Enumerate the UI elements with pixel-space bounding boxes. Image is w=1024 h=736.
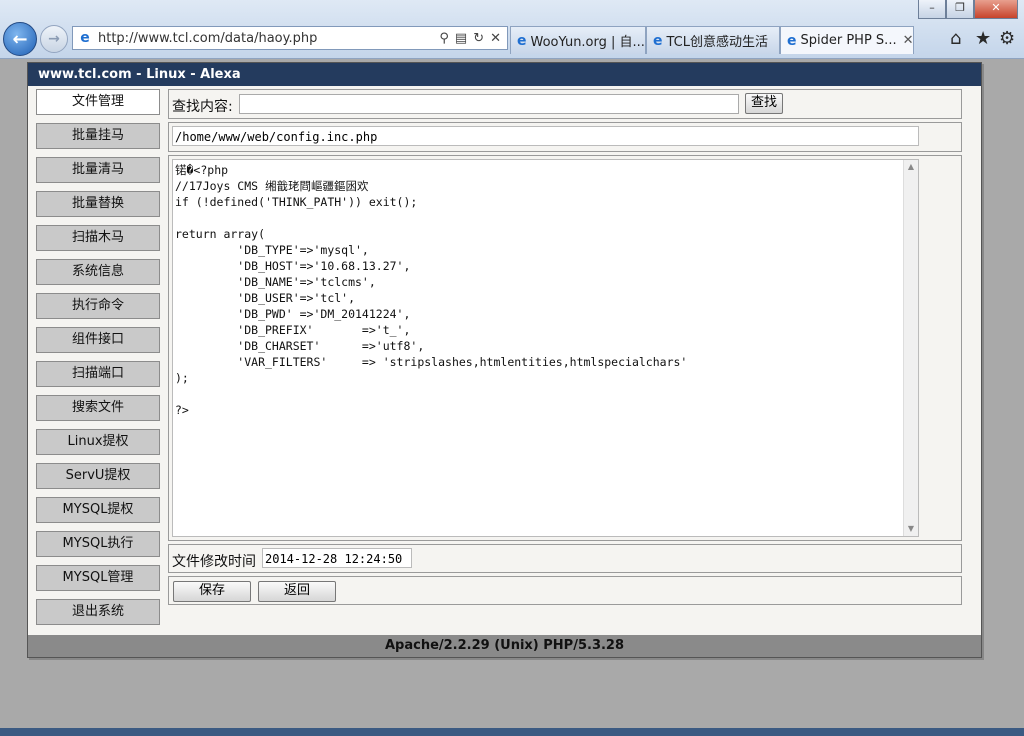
sidebar-item-scan-trojan[interactable]: 扫描木马 xyxy=(36,225,160,251)
modified-time-label: 文件修改时间 xyxy=(172,554,256,570)
save-button[interactable]: 保存 xyxy=(173,581,251,602)
file-content-textarea[interactable]: 锘�<?php //17Joys CMS 缃戠珯閰嶇疆鏂囦欢 if (!defi… xyxy=(172,159,919,537)
tab-tcl[interactable]: e TCL创意感动生活 xyxy=(646,26,780,54)
address-bar[interactable]: e http://www.tcl.com/data/haoy.php ⚲ ▤ ↻… xyxy=(72,26,508,50)
minimize-button[interactable]: – xyxy=(918,0,946,19)
search-button[interactable]: 查找 xyxy=(745,93,783,114)
address-tools: ⚲ ▤ ↻ ✕ xyxy=(439,31,501,46)
search-label: 查找内容: xyxy=(172,99,233,115)
taskbar xyxy=(0,728,1024,736)
sidebar-item-search-files[interactable]: 搜索文件 xyxy=(36,395,160,421)
close-window-button[interactable]: ✕ xyxy=(974,0,1018,19)
file-path-bar: /home/www/web/config.inc.php xyxy=(168,122,962,152)
sidebar-item-mysql-privesc[interactable]: MYSQL提权 xyxy=(36,497,160,523)
file-path-field[interactable]: /home/www/web/config.inc.php xyxy=(172,126,919,146)
tab-label: WooYun.org | 自... xyxy=(530,35,645,50)
search-icon[interactable]: ⚲ xyxy=(439,31,449,46)
server-footer: Apache/2.2.29 (Unix) PHP/5.3.28 xyxy=(28,635,981,657)
close-tab-icon[interactable]: ✕ xyxy=(903,33,913,48)
sidebar-item-scan-ports[interactable]: 扫描端口 xyxy=(36,361,160,387)
modified-time-bar: 文件修改时间 2014-12-28 12:24:50 xyxy=(168,544,962,573)
sidebar-item-servu-privesc[interactable]: ServU提权 xyxy=(36,463,160,489)
sidebar: 文件管理 批量挂马 批量清马 批量替换 扫描木马 系统信息 执行命令 组件接口 … xyxy=(36,89,160,633)
modified-time-field[interactable]: 2014-12-28 12:24:50 xyxy=(262,548,412,568)
file-content[interactable]: 锘�<?php //17Joys CMS 缃戠珯閰嶇疆鏂囦欢 if (!defi… xyxy=(173,160,918,418)
ie-logo-icon: e xyxy=(80,30,90,46)
back-arrow-icon[interactable]: ← xyxy=(3,22,37,56)
vertical-scrollbar[interactable]: ▲ ▼ xyxy=(903,160,918,536)
sidebar-item-system-info[interactable]: 系统信息 xyxy=(36,259,160,285)
favorites-star-icon[interactable]: ★ xyxy=(975,28,991,49)
browser-chrome: – ❐ ✕ ← → e http://www.tcl.com/data/haoy… xyxy=(0,0,1024,59)
address-url[interactable]: http://www.tcl.com/data/haoy.php xyxy=(98,31,439,46)
sidebar-item-file-manager[interactable]: 文件管理 xyxy=(36,89,160,115)
sidebar-item-batch-replace[interactable]: 批量替换 xyxy=(36,191,160,217)
tab-wooyun[interactable]: e WooYun.org | 自... xyxy=(510,26,646,54)
search-input[interactable] xyxy=(239,94,739,114)
forward-arrow-icon[interactable]: → xyxy=(40,25,68,53)
tab-label: TCL创意感动生活 xyxy=(666,35,769,50)
tab-label: Spider PHP S... xyxy=(800,33,897,48)
gear-icon[interactable]: ⚙ xyxy=(999,28,1015,49)
window-controls: – ❐ ✕ xyxy=(918,0,1018,19)
sidebar-item-batch-clean[interactable]: 批量清马 xyxy=(36,157,160,183)
ie-logo-icon: e xyxy=(653,32,663,49)
compat-view-icon[interactable]: ▤ xyxy=(455,31,467,46)
webshell-panel: www.tcl.com - Linux - Alexa 文件管理 批量挂马 批量… xyxy=(27,62,982,658)
editor-panel: 锘�<?php //17Joys CMS 缃戠珯閰嶇疆鏂囦欢 if (!defi… xyxy=(168,155,962,541)
scroll-up-icon[interactable]: ▲ xyxy=(904,160,918,174)
home-icon[interactable]: ⌂ xyxy=(950,28,961,49)
page-title: www.tcl.com - Linux - Alexa xyxy=(28,63,981,86)
ie-logo-icon: e xyxy=(787,32,797,49)
search-bar: 查找内容: 查找 xyxy=(168,89,962,119)
return-button[interactable]: 返回 xyxy=(258,581,336,602)
action-bar: 保存 返回 xyxy=(168,576,962,605)
sidebar-item-logout[interactable]: 退出系统 xyxy=(36,599,160,625)
restore-button[interactable]: ❐ xyxy=(946,0,974,19)
tab-spider[interactable]: e Spider PHP S... ✕ xyxy=(780,26,914,54)
stop-icon[interactable]: ✕ xyxy=(490,31,501,46)
ie-logo-icon: e xyxy=(517,32,527,49)
scroll-down-icon[interactable]: ▼ xyxy=(904,522,918,536)
sidebar-item-linux-privesc[interactable]: Linux提权 xyxy=(36,429,160,455)
sidebar-item-mysql-exec[interactable]: MYSQL执行 xyxy=(36,531,160,557)
refresh-icon[interactable]: ↻ xyxy=(473,31,484,46)
sidebar-item-mysql-manage[interactable]: MYSQL管理 xyxy=(36,565,160,591)
sidebar-item-exec-command[interactable]: 执行命令 xyxy=(36,293,160,319)
sidebar-item-components[interactable]: 组件接口 xyxy=(36,327,160,353)
sidebar-item-batch-inject[interactable]: 批量挂马 xyxy=(36,123,160,149)
